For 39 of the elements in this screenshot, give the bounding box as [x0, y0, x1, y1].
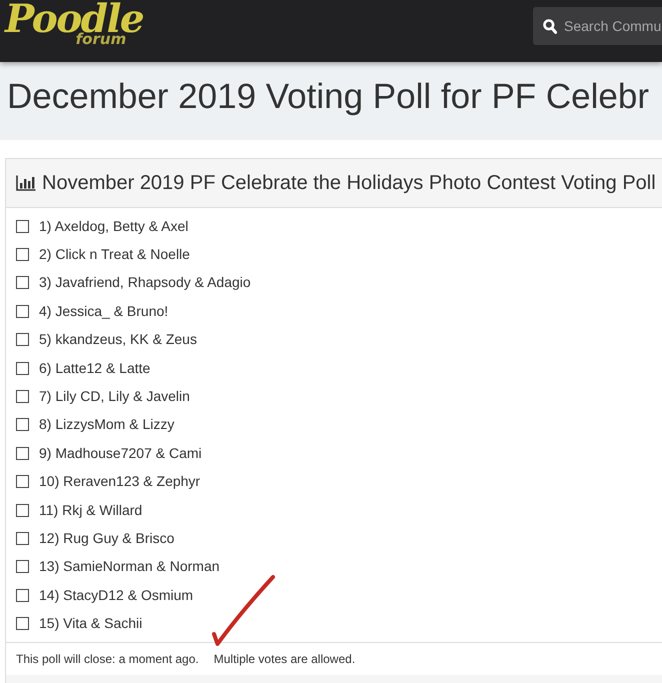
- bar-chart-icon: [16, 175, 36, 191]
- logo-tagline: forum: [76, 31, 126, 47]
- option-label[interactable]: 6) Latte12 & Latte: [39, 360, 150, 377]
- option-label[interactable]: 3) Javafriend, Rhapsody & Adagio: [39, 274, 251, 292]
- checkbox[interactable]: [16, 220, 29, 233]
- checkbox[interactable]: [16, 560, 29, 574]
- checkbox[interactable]: [16, 276, 29, 290]
- option-label[interactable]: 10) Reraven123 & Zephyr: [39, 473, 200, 490]
- checkbox[interactable]: [16, 333, 29, 346]
- tick-mark-icon: [210, 573, 276, 647]
- option-label[interactable]: 1) Axeldog, Betty & Axel: [39, 218, 188, 235]
- checkbox[interactable]: [16, 588, 29, 602]
- option-label[interactable]: 9) Madhouse7207 & Cami: [39, 444, 202, 462]
- option-label[interactable]: 8) LizzysMom & Lizzy: [39, 416, 174, 434]
- multiple-votes-text: Multiple votes are allowed.: [214, 652, 356, 666]
- poll-close-text: This poll will close: a moment ago.: [16, 652, 199, 666]
- checkbox[interactable]: [16, 304, 29, 318]
- option-label[interactable]: 11) Rkj & Willard: [39, 502, 142, 519]
- search-field[interactable]: Search Commu: [533, 7, 662, 45]
- checkbox[interactable]: [16, 390, 29, 404]
- option-label[interactable]: 14) StacyD12 & Osmium: [39, 586, 194, 604]
- checkbox[interactable]: [16, 248, 29, 262]
- option-label[interactable]: 12) Rug Guy & Brisco: [39, 530, 174, 547]
- poll-title: November 2019 PF Celebrate the Holidays Photo Contest Voting Poll: [42, 171, 656, 195]
- checkbox[interactable]: [16, 504, 29, 517]
- checkbox[interactable]: [16, 418, 29, 432]
- option-label[interactable]: 13) SamieNorman & Norman: [39, 558, 220, 576]
- option-label[interactable]: 2) Click n Treat & Noelle: [39, 246, 190, 264]
- option-label[interactable]: 15) Vita & Sachii: [39, 615, 142, 632]
- checkbox[interactable]: [16, 475, 29, 488]
- option-label[interactable]: 7) Lily CD, Lily & Javelin: [39, 388, 190, 406]
- option-label[interactable]: 5) kkandzeus, KK & Zeus: [39, 331, 197, 348]
- checkbox[interactable]: [16, 362, 29, 375]
- search-icon: [543, 19, 557, 34]
- page-title: December 2019 Voting Poll for PF Celebr: [7, 77, 649, 117]
- checkbox[interactable]: [16, 532, 29, 545]
- option-label[interactable]: 4) Jessica_ & Bruno!: [39, 302, 168, 320]
- checkbox[interactable]: [16, 617, 29, 630]
- checkbox[interactable]: [16, 446, 29, 460]
